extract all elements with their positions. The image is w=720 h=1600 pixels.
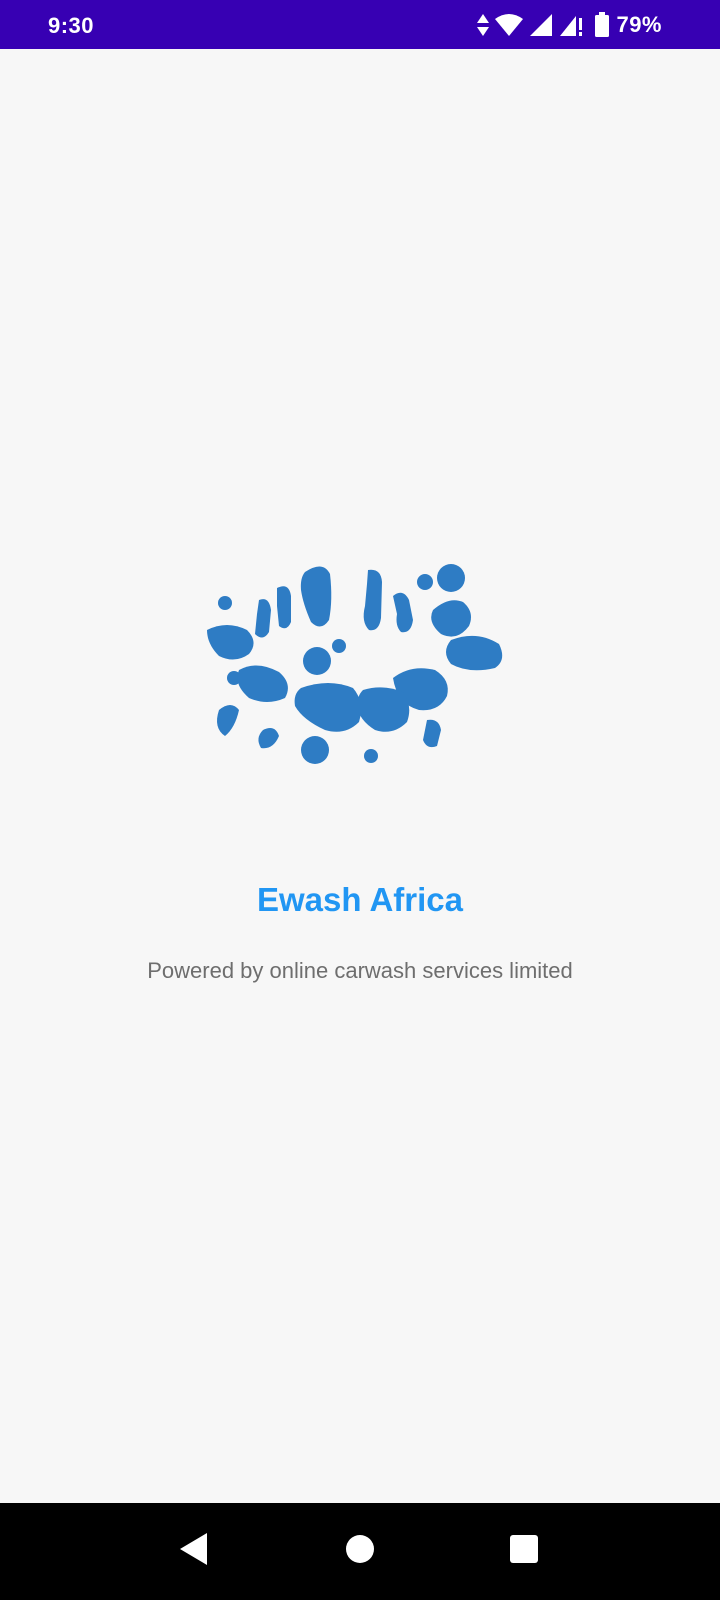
app-name: Ewash Africa (256, 881, 464, 918)
recents-square-icon (509, 1534, 539, 1569)
signal-alert-icon (558, 12, 584, 38)
navigation-bar (0, 1503, 720, 1600)
data-arrows-icon (476, 12, 490, 38)
battery-icon (594, 12, 610, 38)
signal-icon (528, 12, 554, 38)
status-bar: 9:30 79% (0, 0, 720, 49)
battery-percent: 79% (616, 12, 662, 37)
recents-button[interactable] (476, 1503, 572, 1600)
back-triangle-icon (178, 1531, 210, 1572)
home-button[interactable] (312, 1503, 408, 1600)
tagline: Powered by online carwash services limit… (147, 958, 573, 983)
back-button[interactable] (146, 1503, 242, 1600)
wifi-icon (494, 12, 524, 38)
water-splash-logo (205, 560, 515, 780)
status-icons: 79% (476, 12, 662, 38)
status-time: 9:30 (48, 13, 95, 38)
home-circle-icon (345, 1534, 375, 1569)
